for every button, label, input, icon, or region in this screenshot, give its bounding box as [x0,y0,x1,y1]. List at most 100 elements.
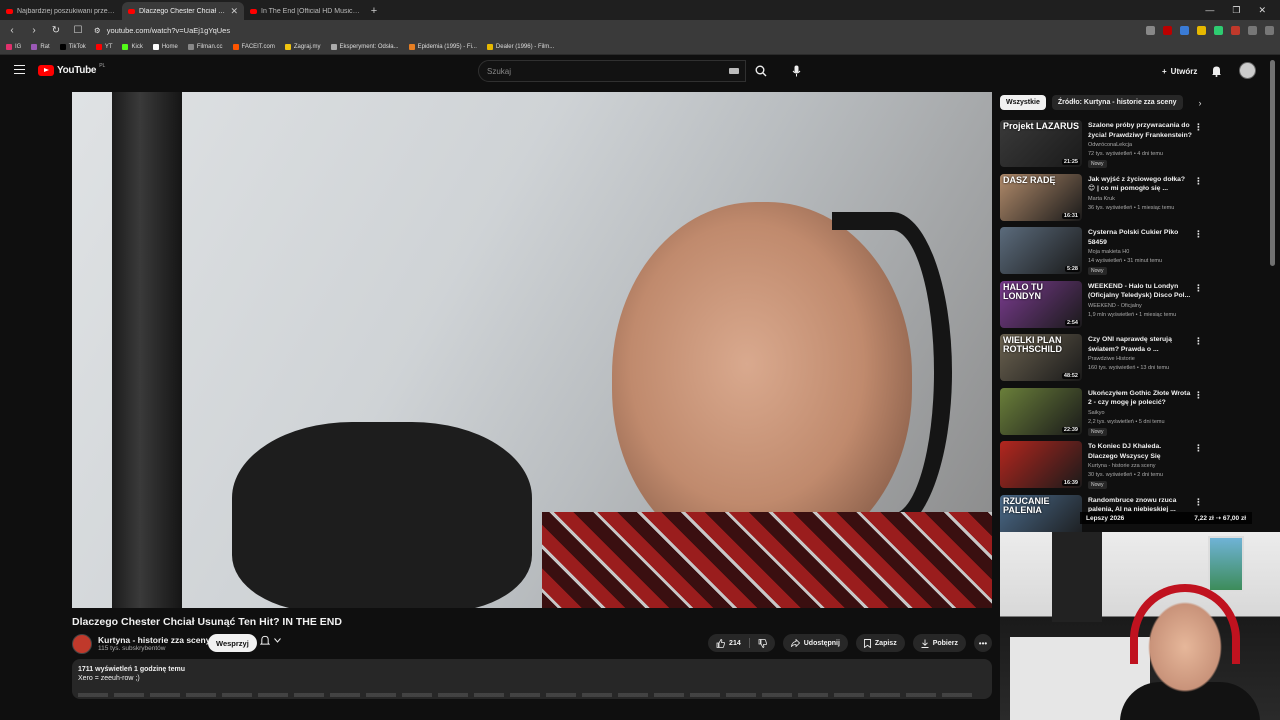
recommendation-item[interactable]: HALO TU LONDYN 2:54 WEEKEND - Halo tu Lond… [1000,279,1268,331]
recommendation-title[interactable]: Szalone próby przywracania do życia! Pra… [1088,121,1192,140]
bookmark-item[interactable]: Eksperyment: Odsła... [330,44,399,50]
bookmark-item[interactable]: Kick [122,44,143,50]
account-avatar[interactable] [1239,62,1256,79]
keyboard-icon[interactable] [729,68,739,74]
recommendation-channel[interactable]: Moja makieta H0 [1088,249,1129,255]
recommendation-item[interactable]: Projekt LAZARUS 21:25 Szalone próby przywr… [1000,118,1268,170]
maximize-icon[interactable]: ❐ [1232,5,1240,16]
url-field[interactable]: ⚙ youtube.com/watch?v=UaEj1gYqUes [94,26,1136,35]
search-button[interactable] [746,60,776,82]
extension-icon[interactable] [1197,25,1206,35]
recommendation-channel[interactable]: OdwróconaLekcja [1088,142,1132,148]
more-vertical-icon[interactable]: ⋮ [1194,336,1203,347]
video-thumbnail[interactable]: HALO TU LONDYN 2:54 [1000,280,1082,328]
recommendation-title[interactable]: Czy ONI naprawdę sterują światem? Prawda… [1088,335,1192,354]
reload-icon[interactable]: ↻ [50,25,62,36]
recommendation-title[interactable]: Jak wyjść z życiowego dołka? 😊 | co mi p… [1088,175,1192,194]
search-input[interactable]: Szukaj [478,60,746,82]
extension-icon[interactable] [1214,25,1223,35]
recommendation-title[interactable]: Ukończyłem Gothic Złote Wrota 2 - czy mo… [1088,389,1192,408]
support-button[interactable]: Wesprzyj [208,634,257,652]
minimize-icon[interactable]: — [1205,5,1214,15]
chip-all[interactable]: Wszystkie [1000,95,1046,110]
bell-icon [260,635,270,645]
channel-name[interactable]: Kurtyna - historie zza sceny [98,635,210,645]
video-thumbnail[interactable]: 22:39 [1000,387,1082,435]
channel-avatar[interactable] [72,634,92,654]
video-thumbnail[interactable]: 16:39 [1000,441,1082,488]
forward-icon[interactable]: › [28,25,40,36]
recommendation-item[interactable]: 5:28 Cysterna Polski Cukier Pîko 58459 Moj… [1000,225,1268,277]
extension-icon[interactable] [1231,25,1240,35]
puzzle-icon[interactable] [1248,25,1257,35]
bookmark-item[interactable]: IG [6,44,21,50]
like-button[interactable]: 214 [708,634,775,652]
video-thumbnail[interactable]: DASZ RADĘ 16:31 [1000,173,1082,221]
download-button[interactable]: Pobierz [912,634,966,652]
recommendation-title[interactable]: WEEKEND - Halo tu Londyn (Oficjalny Tele… [1088,282,1192,301]
bookmark-item[interactable]: Epidemia (1995) - Fi... [408,44,477,50]
browser-tab-3[interactable]: In The End [Official HD Music Video] [244,2,366,20]
video-thumbnail[interactable]: RZUCANIE PALENIA30:47 [1000,494,1082,532]
subscription-bell-button[interactable] [260,635,281,646]
recommendation-item[interactable]: 16:39 To Koniec DJ Khaleda. Dlaczego Wszy… [1000,439,1268,491]
video-player[interactable] [72,92,992,608]
recommendation-channel[interactable]: WEEKEND - Oficjalny [1088,303,1142,309]
back-icon[interactable]: ‹ [6,25,18,36]
voice-search-button[interactable] [786,61,806,81]
chevron-right-icon[interactable]: › [1199,98,1202,108]
browser-tab-2[interactable]: Dlaczego Chester Chciał Usunąć✕ [122,2,244,20]
more-vertical-icon[interactable]: ⋮ [1194,390,1203,401]
bookmark-item[interactable]: Filman.cc [187,44,223,50]
thumbs-down-icon[interactable] [758,638,767,648]
video-thumbnail[interactable]: Projekt LAZARUS 21:25 [1000,120,1082,167]
browser-tab-1[interactable]: Najbardziej poszukiwani przestępcy [0,2,122,20]
share-button[interactable]: Udostępnij [782,634,848,652]
recommendation-channel[interactable]: Prawdziwe Historie [1088,356,1135,362]
create-button[interactable]: + Utwórz [1154,62,1205,80]
site-info-icon[interactable]: ⚙ [94,26,101,35]
more-vertical-icon[interactable]: ⋮ [1194,229,1203,240]
more-vertical-icon[interactable]: ⋮ [1194,283,1203,294]
bookmark-item[interactable]: Home [152,44,178,50]
bookmark-item[interactable]: FACEIT.com [232,44,275,50]
save-button[interactable]: Zapisz [855,634,905,652]
video-duration: 21:25 [1061,159,1080,165]
video-actions: 214 Udostępnij Zapisz Pobierz ••• [708,634,992,652]
recommendation-channel[interactable]: Kurtyna - historie zza sceny [1088,463,1156,469]
close-tab-icon[interactable]: ✕ [230,6,238,17]
bookmark-item[interactable]: Dealer (1996) - Film... [486,44,554,50]
menu-icon[interactable] [1265,25,1274,35]
shield-extension-icon[interactable] [1163,25,1172,35]
recommendation-title[interactable]: Cysterna Polski Cukier Pîko 58459 [1088,228,1192,247]
bookmark-item[interactable]: Rat [31,44,50,50]
more-vertical-icon[interactable]: ⋮ [1194,443,1203,454]
more-actions-button[interactable]: ••• [974,634,992,652]
video-thumbnail[interactable]: WIELKI PLAN ROTHSCHILD 48:52 [1000,334,1082,381]
recommendation-channel[interactable]: Saikyo [1088,410,1105,416]
bookmark-item[interactable]: TikTok [59,44,86,50]
page-scrollbar[interactable] [1270,60,1275,266]
recommendation-item[interactable]: WIELKI PLAN ROTHSCHILD 48:52 Czy ONI napra… [1000,332,1268,384]
recommendation-item[interactable]: DASZ RADĘ 16:31 Jak wyjść z życiowego dołk… [1000,172,1268,224]
hamburger-menu-icon[interactable] [14,65,25,74]
bookmark-page-icon[interactable]: ☐ [72,25,84,36]
bookmark-item[interactable]: Zagraj.my [284,44,321,50]
bookmark-favicon-icon [59,44,66,50]
recommendation-item[interactable]: 22:39 Ukończyłem Gothic Złote Wrota 2 - c… [1000,386,1268,438]
recommendation-channel[interactable]: Marta Kruk [1088,196,1115,202]
bookmark-item[interactable]: YT [95,44,112,50]
video-thumbnail[interactable]: 5:28 [1000,227,1082,274]
close-window-icon[interactable]: ✕ [1258,5,1266,16]
recommendation-title[interactable]: To Koniec DJ Khaleda. Dlaczego Wszyscy S… [1088,442,1192,461]
extension-icon[interactable] [1180,25,1189,35]
youtube-logo[interactable]: YouTube PL [38,63,105,76]
more-vertical-icon[interactable]: ⋮ [1194,176,1203,187]
new-tab-icon[interactable]: + [366,2,382,20]
more-vertical-icon[interactable]: ⋮ [1194,497,1203,508]
notifications-button[interactable] [1211,64,1222,82]
more-vertical-icon[interactable]: ⋮ [1194,122,1203,133]
cast-icon[interactable] [1146,25,1155,35]
description-box[interactable]: 1711 wyświetleń 1 godzinę temu Xero = ze… [72,659,992,699]
chip-source[interactable]: Źródło: Kurtyna - historie zza sceny [1051,95,1183,110]
